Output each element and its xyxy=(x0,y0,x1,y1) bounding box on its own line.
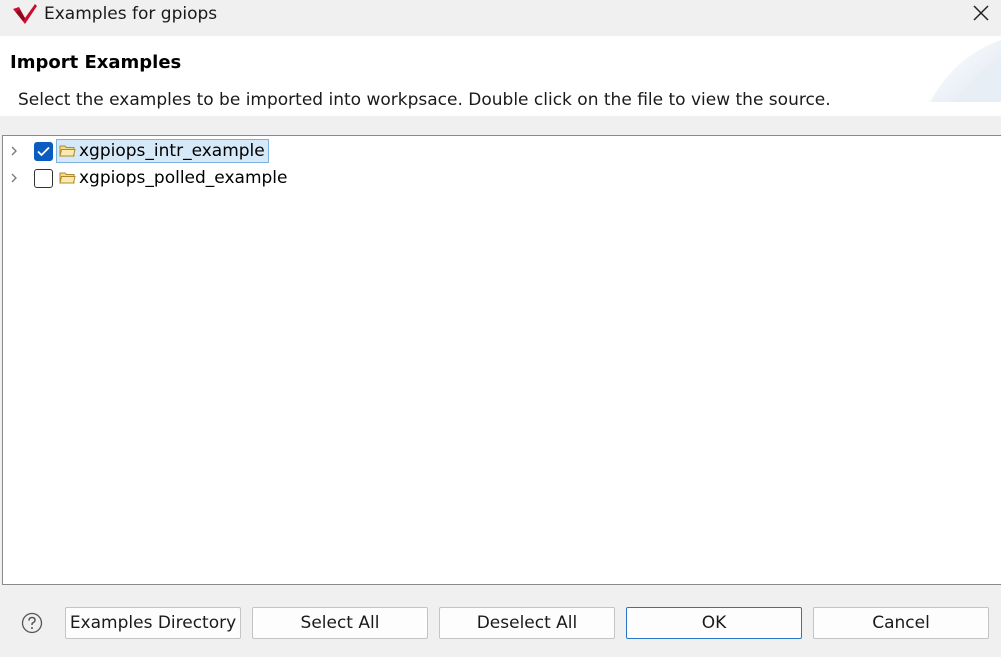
select-all-button[interactable]: Select All xyxy=(252,607,428,639)
close-icon xyxy=(973,5,989,21)
folder-icon xyxy=(59,172,76,184)
examples-directory-button[interactable]: Examples Directory xyxy=(65,607,241,639)
cancel-button[interactable]: Cancel xyxy=(813,607,989,639)
checkmark-icon xyxy=(37,146,50,157)
tree-item-checkbox[interactable] xyxy=(34,142,53,161)
tree-item-label[interactable]: xgpiops_polled_example xyxy=(77,167,289,189)
banner-graphic-icon xyxy=(930,40,1001,102)
tree-item[interactable]: xgpiops_intr_example xyxy=(3,138,993,164)
tree-item[interactable]: xgpiops_polled_example xyxy=(3,165,993,191)
header-description: Select the examples to be imported into … xyxy=(18,90,831,110)
title-bar: Examples for gpiops xyxy=(0,0,1001,36)
dialog-footer: Examples Directory Select All Deselect A… xyxy=(0,585,1001,657)
dialog-header: Import Examples Select the examples to b… xyxy=(0,36,1001,116)
chevron-right-icon[interactable] xyxy=(8,144,20,158)
deselect-all-button[interactable]: Deselect All xyxy=(439,607,615,639)
folder-icon xyxy=(59,145,76,157)
tree-item-checkbox[interactable] xyxy=(34,169,53,188)
ok-button[interactable]: OK xyxy=(626,607,802,639)
close-button[interactable] xyxy=(960,0,1001,30)
window-title: Examples for gpiops xyxy=(44,4,218,24)
header-title: Import Examples xyxy=(10,52,182,73)
tree-item-label[interactable]: xgpiops_intr_example xyxy=(56,139,269,163)
chevron-right-icon[interactable] xyxy=(8,171,20,185)
examples-tree[interactable]: xgpiops_intr_example xgpiops_polled_exam… xyxy=(2,135,1001,585)
vitis-logo-icon xyxy=(13,4,37,24)
help-icon[interactable] xyxy=(21,612,43,634)
